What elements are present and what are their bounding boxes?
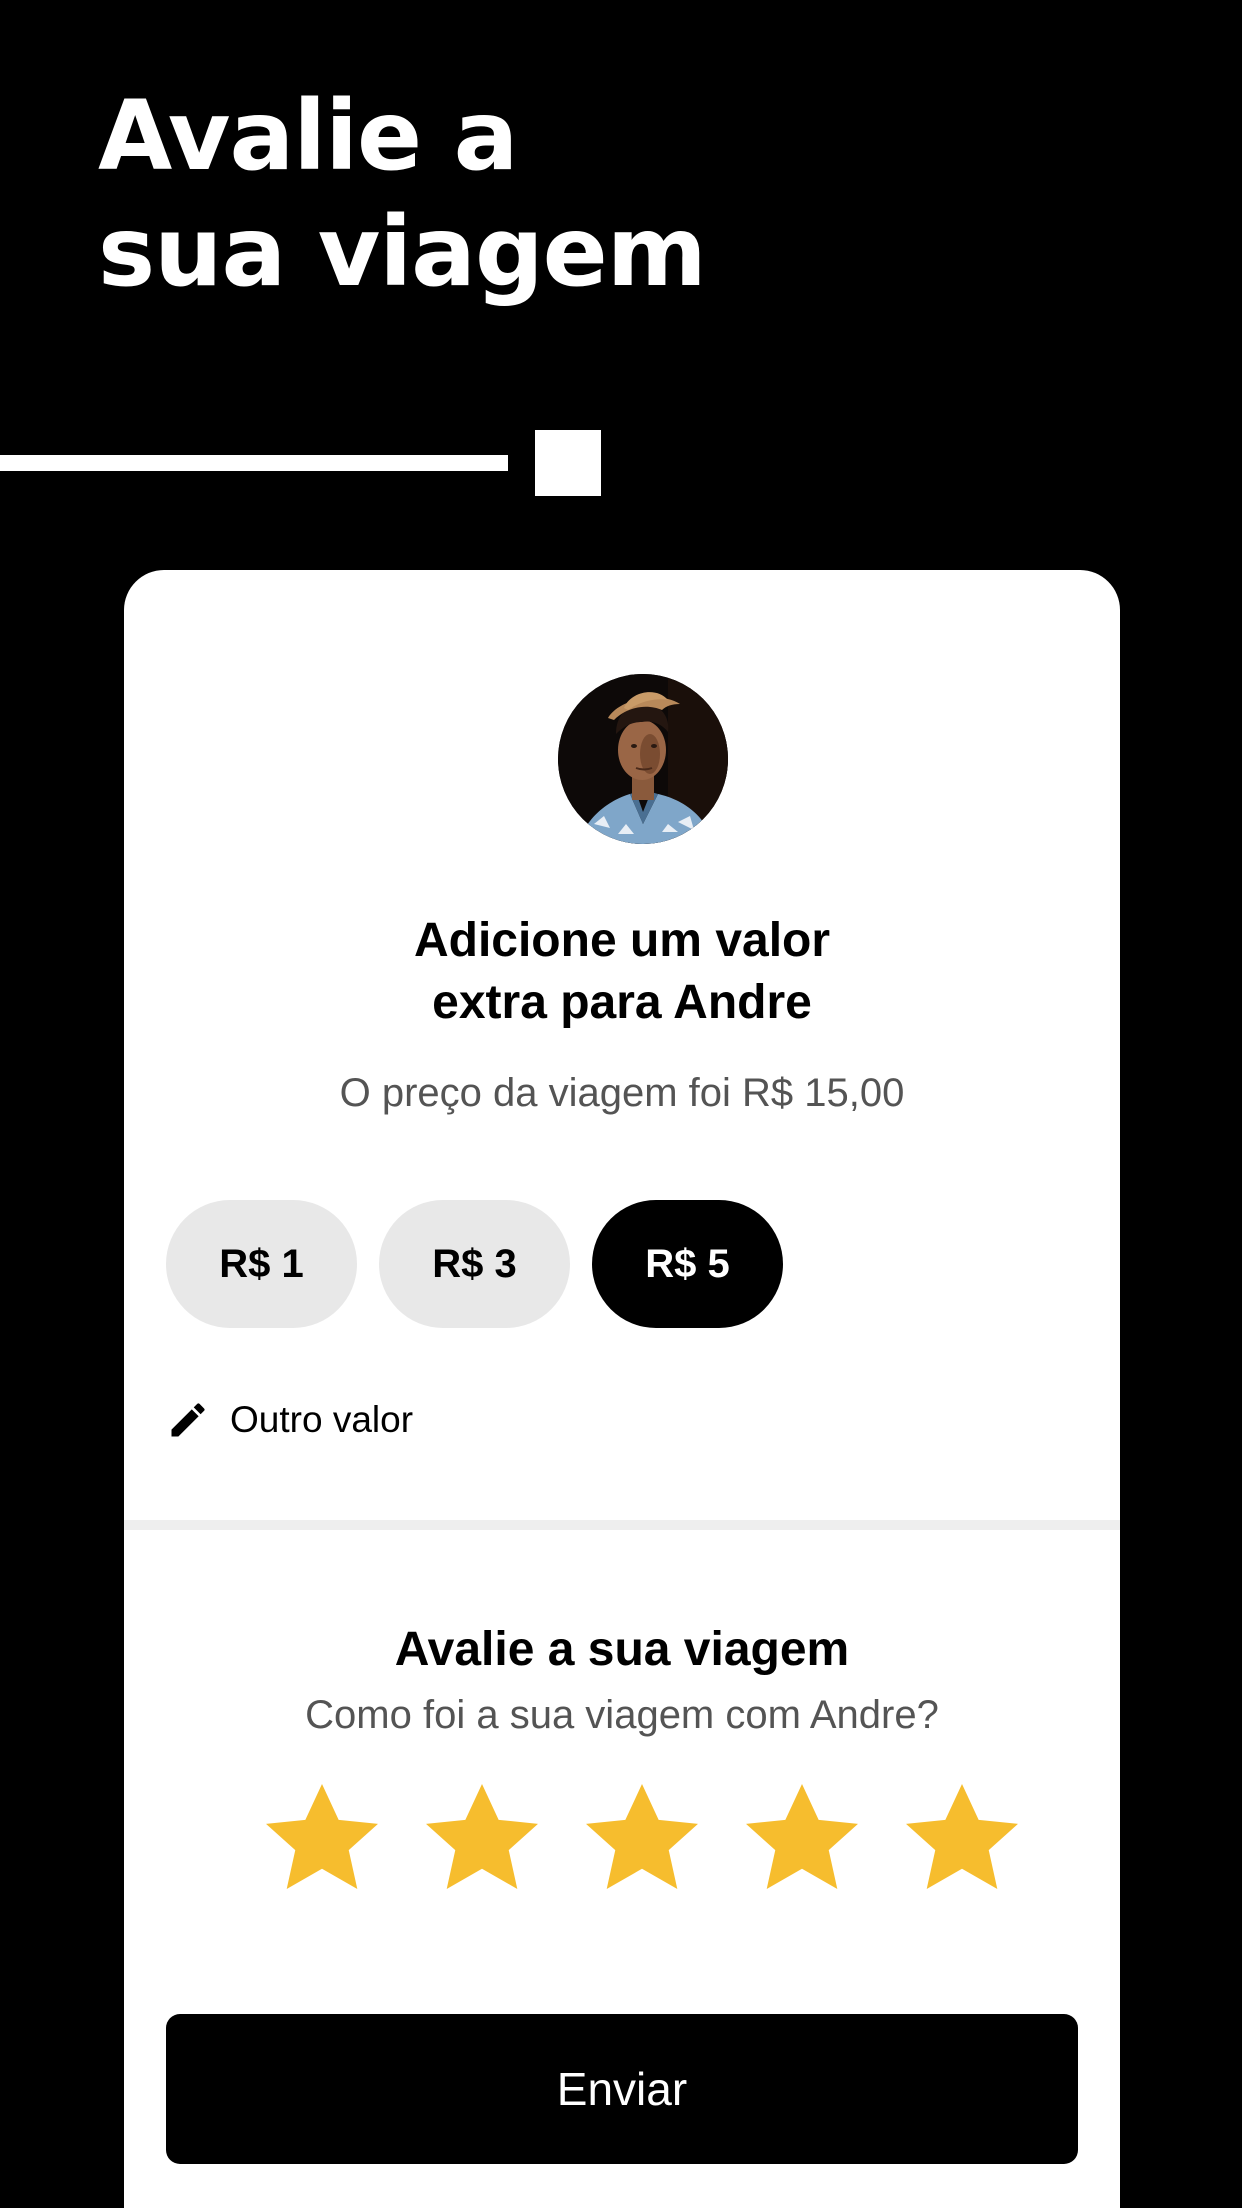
star-rating (242, 1778, 1042, 1898)
tip-title-line-2: extra para Andre (432, 976, 812, 1029)
star-1[interactable] (242, 1778, 402, 1898)
star-icon (906, 1784, 1018, 1889)
star-5[interactable] (882, 1778, 1042, 1898)
tip-option-1[interactable]: R$ 1 (166, 1200, 357, 1328)
submit-button[interactable]: Enviar (166, 2014, 1078, 2164)
star-icon (586, 1784, 698, 1889)
rating-card: Adicione um valor extra para Andre O pre… (124, 570, 1120, 2208)
custom-amount-label: Outro valor (230, 1399, 414, 1440)
section-divider (124, 1520, 1120, 1530)
page-title: Avalie a sua viagem (98, 78, 707, 310)
page-title-line-1: Avalie a (98, 80, 518, 192)
rate-trip-screen: Avalie a sua viagem Adicione um valor ex… (0, 0, 1242, 2208)
star-icon (426, 1784, 538, 1889)
rating-subtitle: Como foi a sua viagem com Andre? (305, 1693, 939, 1737)
star-2[interactable] (402, 1778, 562, 1898)
page-title-line-2: sua viagem (98, 196, 707, 308)
progress-square (535, 430, 601, 496)
tip-option-3[interactable]: R$ 3 (379, 1200, 570, 1328)
driver-avatar (558, 674, 728, 844)
trip-price-text: O preço da viagem foi R$ 15,00 (339, 1071, 905, 1115)
custom-amount-button[interactable]: Outro valor (166, 1398, 413, 1442)
pencil-icon (171, 1403, 205, 1437)
star-3[interactable] (562, 1778, 722, 1898)
star-icon (266, 1784, 378, 1889)
tip-option-5[interactable]: R$ 5 (592, 1200, 783, 1328)
star-4[interactable] (722, 1778, 882, 1898)
driver-photo (558, 674, 728, 844)
tip-options: R$ 1 R$ 3 R$ 5 (166, 1200, 783, 1328)
tip-title: Adicione um valor extra para Andre (124, 910, 1120, 1034)
tip-title-line-1: Adicione um valor (413, 914, 831, 967)
progress-line (0, 455, 508, 471)
star-icon (746, 1784, 858, 1889)
rating-title: Avalie a sua viagem (394, 1623, 850, 1676)
